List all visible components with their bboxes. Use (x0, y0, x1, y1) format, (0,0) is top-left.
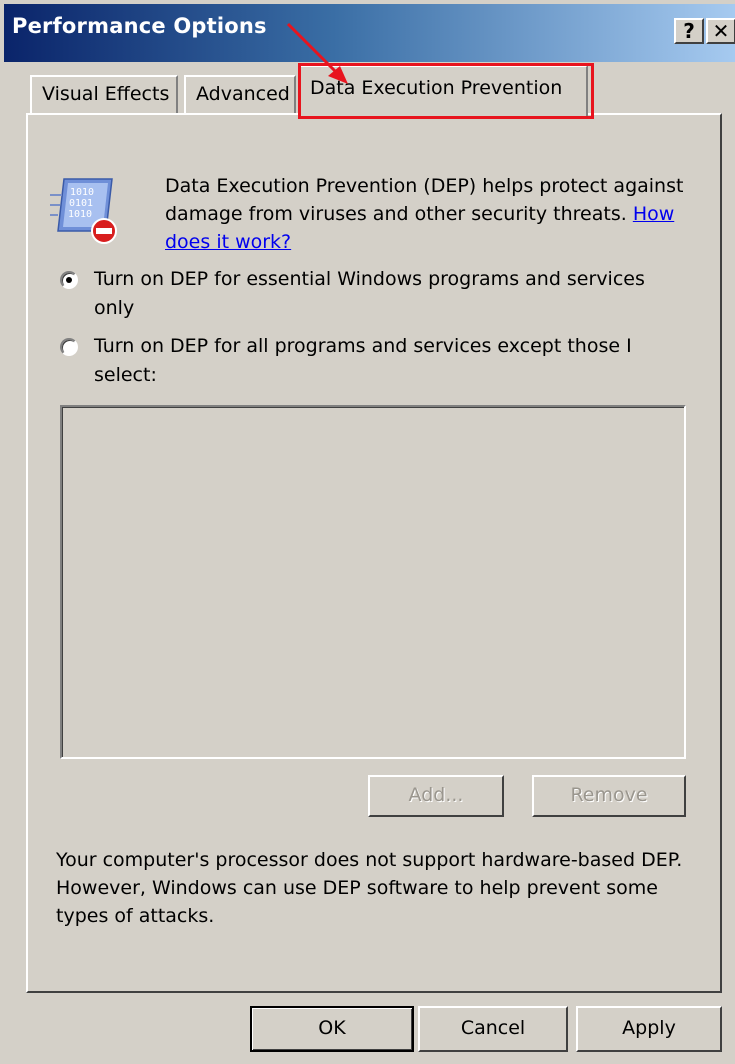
radio-button-checked[interactable] (60, 271, 78, 289)
tab-label: Visual Effects (42, 83, 170, 105)
add-button[interactable]: Add... (368, 775, 504, 817)
dep-description: Data Execution Prevention (DEP) helps pr… (165, 172, 685, 256)
help-button[interactable]: ? (674, 18, 704, 44)
svg-text:1010: 1010 (68, 209, 92, 220)
remove-button[interactable]: Remove (532, 775, 686, 817)
dep-shield-binary-icon: 1010 0101 1010 (50, 178, 117, 244)
radio-label: Turn on DEP for all programs and service… (94, 335, 632, 386)
dep-description-text: Data Execution Prevention (DEP) helps pr… (165, 175, 684, 225)
cancel-button[interactable]: Cancel (418, 1006, 568, 1052)
radio-label: Turn on DEP for essential Windows progra… (94, 268, 645, 319)
svg-text:0101: 0101 (69, 198, 93, 209)
annotation-arrow-icon (286, 22, 348, 84)
ok-button[interactable]: OK (250, 1006, 414, 1052)
svg-text:1010: 1010 (70, 187, 94, 198)
performance-options-window: Performance Options ? ✕ Visual Effects A… (0, 0, 735, 1064)
apply-button[interactable]: Apply (576, 1006, 722, 1052)
title-bar[interactable]: Performance Options ? ✕ (4, 4, 735, 62)
close-button[interactable]: ✕ (706, 18, 735, 44)
processor-support-note: Your computer's processor does not suppo… (56, 849, 683, 927)
radio-button-unchecked[interactable] (60, 338, 78, 356)
excluded-programs-list[interactable] (60, 405, 686, 759)
window-title: Performance Options (12, 14, 267, 38)
radio-dot (66, 277, 72, 283)
tab-visual-effects[interactable]: Visual Effects (30, 75, 178, 115)
